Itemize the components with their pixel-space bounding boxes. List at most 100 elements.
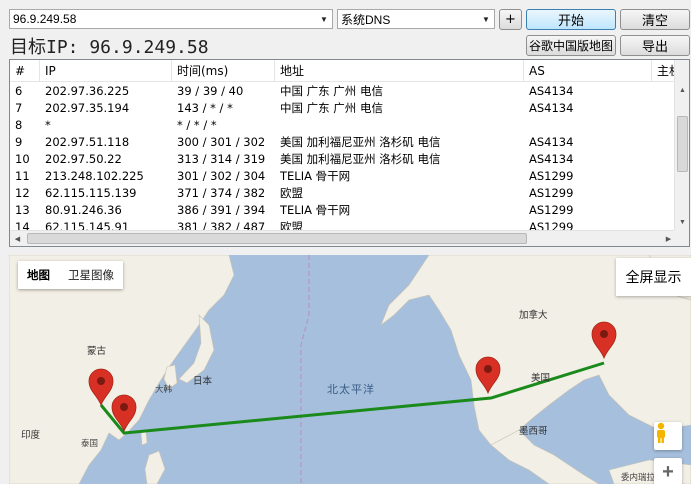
table-row[interactable]: 14 62.115.145.91 381 / 382 / 487 欧盟 AS1299 [10, 219, 676, 230]
fullscreen-button[interactable]: 全屏显示 [616, 258, 691, 296]
target-ip-label: 目标IP: 96.9.249.58 [10, 37, 209, 58]
cell-address: TELIA 骨干网 [280, 169, 351, 183]
export-button[interactable]: 导出 [620, 35, 690, 56]
map-type-satellite-button[interactable]: 卫星图像 [59, 261, 123, 289]
cell-ip: 202.97.36.225 [45, 84, 130, 98]
cell-address: 美国 加利福尼亚州 洛杉矶 电信 [280, 135, 441, 149]
cell-address [275, 117, 524, 134]
pegman-icon [657, 422, 665, 443]
map-label-india: 印度 [21, 430, 41, 441]
vertical-scroll-thumb[interactable] [677, 116, 688, 172]
trace-table[interactable]: # IP 时间(ms) 地址 AS 主机 6 202.97.36.225 39 / … [9, 59, 690, 247]
cell-ip: 202.97.51.118 [45, 135, 130, 149]
dns-select[interactable]: 系统DNS ▼ [337, 9, 495, 29]
cell-ip: 62.115.145.91 [45, 220, 130, 230]
table-row[interactable]: 9 202.97.51.118 300 / 301 / 302 美国 加利福尼亚州 洛… [10, 134, 676, 151]
cell-address: TELIA 骨干网 [280, 203, 351, 217]
col-header-host[interactable]: 主机 [652, 60, 676, 82]
cell-index: 14 [15, 220, 30, 230]
chevron-down-icon[interactable]: ▼ [478, 10, 494, 28]
table-row[interactable]: 6 202.97.36.225 39 / 39 / 40 中国 广东 广州 电信 AS4… [10, 83, 676, 100]
clear-button[interactable]: 清空 [620, 9, 690, 30]
cell-address: 中国 广东 广州 电信 [280, 84, 383, 98]
col-header-as[interactable]: AS [524, 60, 652, 82]
route-map[interactable]: 蒙古 大韩 日本 印度 泰国 北太平洋 加拿大 美国 墨西哥 委内瑞拉 地图 卫… [9, 255, 691, 484]
cell-as [524, 117, 652, 134]
cell-index: 11 [15, 169, 30, 183]
map-label-south-korea: 大韩 [155, 385, 173, 395]
table-row[interactable]: 12 62.115.115.139 371 / 374 / 382 欧盟 AS1299 [10, 185, 676, 202]
dns-value: 系统DNS [341, 12, 391, 27]
cell-as: AS1299 [529, 186, 574, 200]
cell-time: 386 / 391 / 394 [177, 203, 266, 217]
map-label-usa: 美国 [531, 373, 551, 384]
cell-index: 7 [15, 101, 23, 115]
cell-as: AS1299 [529, 220, 574, 230]
table-body: 6 202.97.36.225 39 / 39 / 40 中国 广东 广州 电信 AS4… [10, 83, 676, 230]
cell-as: AS1299 [529, 203, 574, 217]
map-label-mexico: 墨西哥 [519, 426, 548, 437]
map-label-pacific: 北太平洋 [327, 383, 375, 396]
cell-as: AS4134 [529, 135, 574, 149]
target-combobox[interactable]: 96.9.249.58 ▼ [9, 9, 333, 29]
horizontal-scrollbar[interactable]: ◀ ▶ [10, 230, 676, 246]
cell-as: AS4134 [529, 84, 574, 98]
scroll-up-icon[interactable]: ▲ [675, 83, 689, 98]
start-button[interactable]: 开始 [526, 9, 616, 30]
map-canvas[interactable] [9, 255, 691, 484]
map-label-japan: 日本 [193, 376, 213, 387]
map-label-venezuela: 委内瑞拉 [621, 473, 656, 483]
cell-index: 13 [15, 203, 30, 217]
table-row[interactable]: 10 202.97.50.22 313 / 314 / 319 美国 加利福尼亚州 洛… [10, 151, 676, 168]
table-header: # IP 时间(ms) 地址 AS 主机 [10, 60, 676, 82]
cell-as: AS4134 [529, 101, 574, 115]
col-header-index[interactable]: # [10, 60, 40, 82]
cell-index: 10 [15, 152, 30, 166]
col-header-address[interactable]: 地址 [275, 60, 524, 82]
vertical-scrollbar[interactable]: ▲ ▼ [674, 60, 689, 231]
cell-ip: 62.115.115.139 [45, 186, 137, 200]
table-row[interactable]: 8 * * / * / * [10, 117, 676, 134]
scroll-left-icon[interactable]: ◀ [10, 231, 25, 246]
cell-address: 欧盟 [280, 220, 303, 230]
cell-time: 143 / * / * [177, 101, 233, 115]
map-label-canada: 加拿大 [519, 310, 548, 321]
cell-index: 9 [15, 135, 23, 149]
table-row[interactable]: 13 80.91.246.36 386 / 391 / 394 TELIA 骨干网 AS… [10, 202, 676, 219]
col-header-ip[interactable]: IP [40, 60, 172, 82]
google-china-map-button[interactable]: 谷歌中国版地图 [526, 35, 616, 56]
scroll-down-icon[interactable]: ▼ [675, 215, 689, 230]
cell-time: * / * / * [177, 118, 217, 132]
horizontal-scroll-thumb[interactable] [27, 233, 527, 244]
cell-time: 301 / 302 / 304 [177, 169, 266, 183]
cell-ip: 213.248.102.225 [45, 169, 144, 183]
cell-as: AS4134 [529, 152, 574, 166]
cell-time: 313 / 314 / 319 [177, 152, 266, 166]
cell-time: 39 / 39 / 40 [177, 84, 244, 98]
taiwan-land [140, 430, 148, 446]
table-row[interactable]: 7 202.97.35.194 143 / * / * 中国 广东 广州 电信 AS41… [10, 100, 676, 117]
cell-address: 欧盟 [280, 186, 303, 200]
plus-icon: + [662, 460, 674, 483]
map-type-control: 地图 卫星图像 [18, 261, 123, 289]
cell-ip: 202.97.35.194 [45, 101, 130, 115]
table-row[interactable]: 11 213.248.102.225 301 / 302 / 304 TELIA 骨干… [10, 168, 676, 185]
street-view-pegman[interactable] [654, 422, 682, 450]
cell-ip: 202.97.50.22 [45, 152, 122, 166]
cell-time: 381 / 382 / 487 [177, 220, 266, 230]
cell-index: 8 [15, 118, 23, 132]
chevron-down-icon[interactable]: ▼ [316, 10, 332, 28]
map-type-map-button[interactable]: 地图 [18, 261, 59, 289]
cell-index: 6 [15, 84, 23, 98]
cell-address: 美国 加利福尼亚州 洛杉矶 电信 [280, 152, 441, 166]
col-header-time[interactable]: 时间(ms) [172, 60, 275, 82]
cell-ip: 80.91.246.36 [45, 203, 122, 217]
zoom-in-button[interactable]: + [654, 458, 682, 484]
target-input[interactable]: 96.9.249.58 [10, 12, 316, 26]
add-button[interactable]: + [499, 9, 522, 30]
cell-time: 371 / 374 / 382 [177, 186, 266, 200]
scroll-corner [674, 230, 689, 246]
cell-index: 12 [15, 186, 30, 200]
map-label-mongolia: 蒙古 [87, 346, 107, 357]
map-label-thailand: 泰国 [81, 439, 99, 449]
